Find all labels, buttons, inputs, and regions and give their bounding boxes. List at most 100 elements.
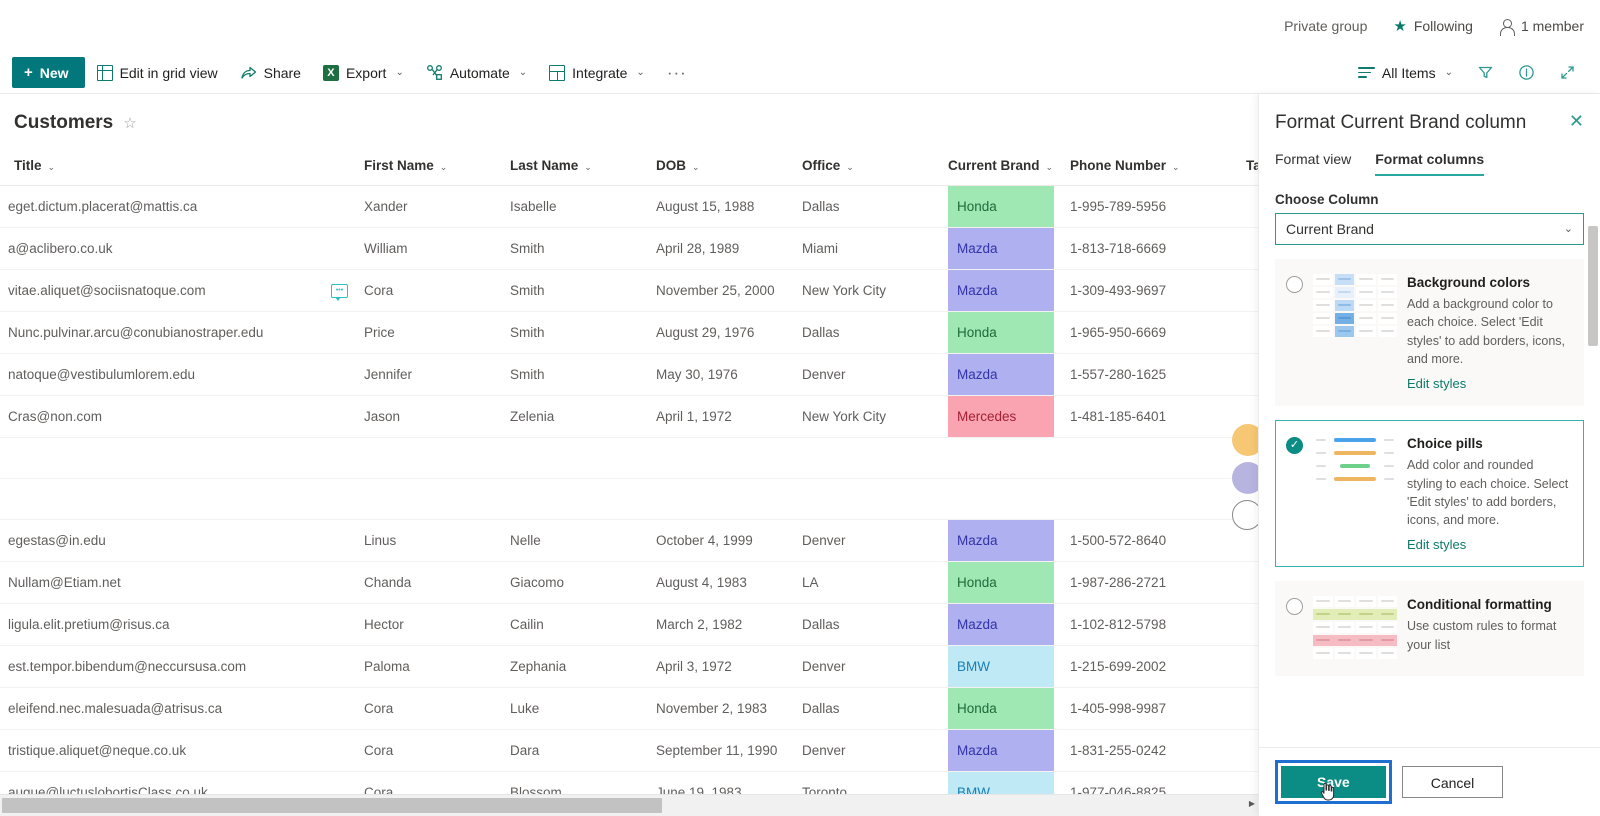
sharepoint-list-page: Private group ★ Following 1 member + New… <box>0 0 1600 816</box>
tab-format-view[interactable]: Format view <box>1275 151 1351 176</box>
table-row[interactable]: eget.dictum.placerat@mattis.ca Xander Isab… <box>0 185 1258 228</box>
table-row[interactable]: tristique.aliquet@neque.co.uk Cora Dara Sep… <box>0 729 1258 772</box>
export-button[interactable]: Export ⌄ <box>313 57 414 89</box>
cell-dob: August 15, 1988 <box>648 185 794 228</box>
edit-styles-link-background-colors[interactable]: Edit styles <box>1407 376 1571 391</box>
cell-title[interactable]: eget.dictum.placerat@mattis.ca <box>0 185 356 228</box>
cell-title[interactable]: eleifend.nec.malesuada@atrisus.ca <box>0 687 356 730</box>
cell-empty <box>1062 437 1238 479</box>
cell-phone: 1-557-280-1625 <box>1062 353 1238 396</box>
option-title: Choice pills <box>1407 435 1483 451</box>
cell-office: Denver <box>794 353 940 396</box>
close-icon[interactable]: ✕ <box>1563 112 1584 130</box>
cell-title[interactable]: ligula.elit.pretium@risus.ca <box>0 603 356 646</box>
edit-styles-link-choice-pills[interactable]: Edit styles <box>1407 537 1571 552</box>
following-button[interactable]: ★ Following <box>1393 18 1473 34</box>
cell-phone: 1-500-572-8640 <box>1062 519 1238 562</box>
column-header-last-name[interactable]: Last Name ⌄ <box>502 148 648 186</box>
cell-title[interactable]: vitae.aliquet@sociisnatoque.com <box>0 269 356 312</box>
cell-title[interactable]: tristique.aliquet@neque.co.uk <box>0 729 356 772</box>
automate-button[interactable]: Automate ⌄ <box>416 57 537 89</box>
tab-format-columns[interactable]: Format columns <box>1375 151 1484 176</box>
radio-conditional-formatting[interactable] <box>1286 597 1303 615</box>
choose-column-dropdown[interactable]: Current Brand ⌄ <box>1275 212 1584 245</box>
table-row[interactable]: Nullam@Etiam.net Chanda Giacomo August 4, 1… <box>0 561 1258 604</box>
page-title: Customers <box>14 112 114 133</box>
chevron-down-icon: ⌄ <box>439 162 448 172</box>
cell-title[interactable]: natoque@vestibulumlorem.edu <box>0 353 356 396</box>
table-row[interactable]: est.tempor.bibendum@neccursusa.com Paloma… <box>0 645 1258 688</box>
comment-icon[interactable] <box>331 283 348 301</box>
cell-phone: 1-831-255-0242 <box>1062 729 1238 772</box>
column-header-tags[interactable]: Ta <box>1238 148 1258 186</box>
title-text: Nunc.pulvinar.arcu@conubianostraper.edu <box>8 325 264 340</box>
members-button[interactable]: 1 member <box>1499 18 1584 36</box>
cell-empty <box>1238 478 1258 520</box>
share-button[interactable]: Share <box>230 57 311 89</box>
table-row[interactable]: vitae.aliquet@sociisnatoque.com CoraSmith… <box>0 269 1258 312</box>
cell-empty <box>502 478 648 520</box>
cancel-button[interactable]: Cancel <box>1401 766 1504 798</box>
panel-vertical-scrollbar[interactable] <box>1588 181 1598 741</box>
cell-dob: April 28, 1989 <box>648 227 794 270</box>
column-header-phone-number[interactable]: Phone Number ⌄ <box>1062 148 1238 186</box>
table-row[interactable]: egestas@in.edu Linus Nelle October 4, 1999 D… <box>0 519 1258 562</box>
cell-current-brand: Mazda <box>940 519 1062 562</box>
option-background-colors[interactable]: Background colors Add a background color… <box>1275 258 1584 406</box>
table-row[interactable]: ligula.elit.pretium@risus.ca Hector Cailin… <box>0 603 1258 646</box>
info-button[interactable] <box>1508 57 1545 89</box>
view-selector-button[interactable]: All Items ⌄ <box>1348 57 1463 89</box>
cell-first: Cora <box>356 269 502 312</box>
star-outline-icon[interactable]: ☆ <box>123 114 136 132</box>
list-horizontal-scrollbar[interactable]: ▶ <box>0 794 1258 816</box>
cell-title[interactable]: egestas@in.edu <box>0 519 356 562</box>
expand-button[interactable] <box>1549 57 1586 89</box>
choice-pills-preview-icon <box>1313 434 1397 552</box>
panel-body: Choose Column Current Brand ⌄ Background… <box>1259 176 1600 747</box>
table-row[interactable]: Nunc.pulvinar.arcu@conubianostraper.edu P… <box>0 311 1258 354</box>
cell-empty <box>1062 478 1238 520</box>
table-row[interactable]: natoque@vestibulumlorem.edu Jennifer Smith… <box>0 353 1258 396</box>
column-header-dob[interactable]: DOB ⌄ <box>648 148 794 186</box>
hscroll-thumb[interactable] <box>2 798 662 813</box>
filter-button[interactable] <box>1467 57 1504 89</box>
cell-title[interactable]: Cras@non.com <box>0 395 356 438</box>
edit-in-grid-view-button[interactable]: Edit in grid view <box>87 57 228 89</box>
cell-phone: 1-987-286-2721 <box>1062 561 1238 604</box>
cell-dob: November 25, 2000 <box>648 269 794 312</box>
cell-current-brand: Honda <box>940 561 1062 604</box>
chevron-down-icon: ⌄ <box>636 67 645 78</box>
cell-current-brand: Mazda <box>940 729 1062 772</box>
column-header-current-brand[interactable]: Current Brand ⌄ <box>940 148 1062 186</box>
new-button[interactable]: + New <box>12 57 85 88</box>
option-conditional-formatting[interactable]: Conditional formatting Use custom rules … <box>1275 580 1584 676</box>
conditional-formatting-preview-icon <box>1313 595 1397 661</box>
cell-tags <box>1238 603 1258 646</box>
save-button[interactable]: Save <box>1281 766 1386 798</box>
cell-first: Paloma <box>356 645 502 688</box>
chevron-down-icon: ⌄ <box>1172 162 1180 172</box>
table-row[interactable]: eleifend.nec.malesuada@atrisus.ca Cora Luk… <box>0 687 1258 730</box>
cell-title[interactable]: a@aclibero.co.uk <box>0 227 356 270</box>
column-header-office[interactable]: Office ⌄ <box>794 148 940 186</box>
table-row[interactable]: a@aclibero.co.uk William Smith April 28, 19… <box>0 227 1258 270</box>
panel-scroll-thumb[interactable] <box>1588 225 1598 346</box>
column-header-first-name[interactable]: First Name ⌄ <box>356 148 502 186</box>
cell-title[interactable]: est.tempor.bibendum@neccursusa.com <box>0 645 356 688</box>
brand-value: Mazda <box>948 604 1054 645</box>
cell-title[interactable]: Nunc.pulvinar.arcu@conubianostraper.edu <box>0 311 356 354</box>
members-label: 1 member <box>1520 18 1584 34</box>
hscroll-right-arrow[interactable]: ▶ <box>1249 799 1255 808</box>
cell-empty <box>940 437 1062 479</box>
column-header-title[interactable]: Title ⌄ <box>0 148 356 186</box>
radio-choice-pills[interactable] <box>1286 436 1303 454</box>
option-choice-pills[interactable]: Choice pills Add color and rounded styli… <box>1275 419 1584 567</box>
cell-tags <box>1238 395 1258 438</box>
more-commands-button[interactable]: ··· <box>657 59 697 87</box>
cell-title[interactable]: Nullam@Etiam.net <box>0 561 356 604</box>
radio-background-colors[interactable] <box>1286 275 1303 293</box>
chevron-down-icon: ⌄ <box>846 162 854 172</box>
grid-icon <box>96 64 113 81</box>
integrate-button[interactable]: Integrate ⌄ <box>539 57 655 89</box>
table-row[interactable]: Cras@non.com Jason Zelenia April 1, 1972 New… <box>0 395 1258 438</box>
